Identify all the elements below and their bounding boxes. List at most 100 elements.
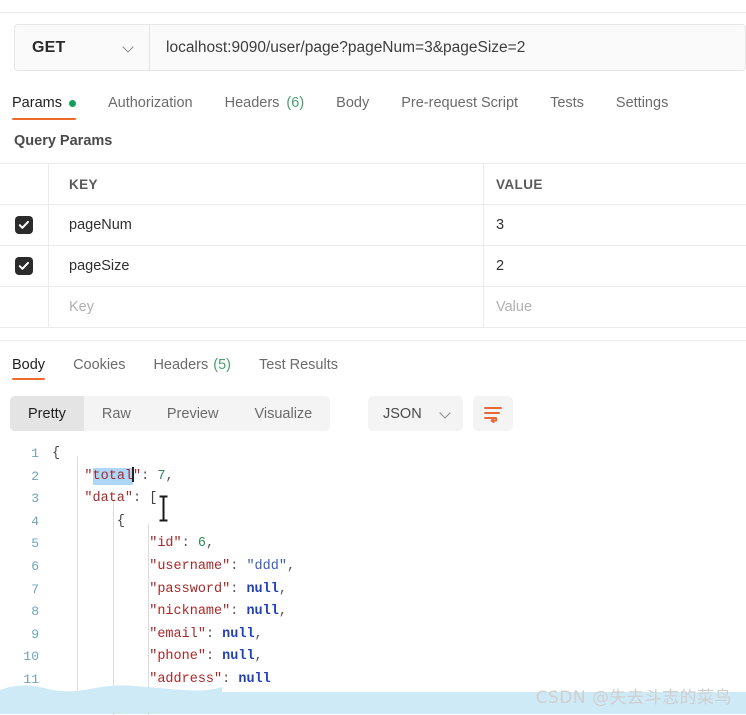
request-url-input[interactable]: localhost:9090/user/page?pageNum=3&pageS… [150,25,745,70]
tab-settings[interactable]: Settings [600,86,684,120]
chevron-down-icon [124,42,135,53]
tab-headers-count: (6) [286,95,305,111]
postman-window: GET localhost:9090/user/page?pageNum=3&p… [0,0,746,715]
json-token: null [222,626,255,642]
json-token: : [205,649,223,665]
param-key-input-empty[interactable]: Key [49,287,484,327]
tab-params-label: Params [12,95,62,111]
tab-pre-request-script[interactable]: Pre-request Script [385,86,534,120]
json-line-number: 4 [31,513,39,529]
response-tab-cookies-label: Cookies [73,357,126,373]
tab-body-label: Body [336,95,370,111]
json-line-number: 8 [31,604,39,620]
json-token: , [124,694,134,710]
json-token: , [205,536,215,552]
response-tab-cookies[interactable]: Cookies [59,350,139,380]
view-mode-raw[interactable]: Raw [84,396,149,431]
json-line[interactable]: 5 "id": 6, [0,533,746,556]
checkbox-checked-icon[interactable] [15,216,33,234]
json-selected-token: total [92,467,134,485]
json-line-number: 10 [23,649,39,665]
json-line[interactable]: 8 "nickname": null, [0,601,746,624]
response-tab-headers-label: Headers [153,357,209,373]
json-token: , [286,558,296,574]
request-url-bar: GET localhost:9090/user/page?pageNum=3&p… [14,24,746,71]
response-body-viewer[interactable]: 1{2 "total": 7, 3 "data": [4 {5 "id": 6, 6… [0,443,746,715]
response-tab-test-results[interactable]: Test Results [245,350,352,380]
json-token: , [254,649,263,665]
json-token: "id" [149,536,182,552]
json-line[interactable]: 7 "password": null, [0,579,746,602]
tab-settings-label: Settings [615,95,669,111]
row-enable-checkbox-cell [0,287,49,327]
json-token: null [246,604,279,620]
json-line-number: 6 [31,558,39,574]
indent-guide [77,456,78,696]
json-line[interactable]: 9 "email": null, [0,624,746,647]
row-enable-checkbox-cell [0,246,49,286]
tab-headers[interactable]: Headers (6) [209,86,321,120]
json-token: , [254,626,263,642]
row-enable-checkbox-cell [0,205,49,245]
indent-guide [113,501,114,715]
tab-tests[interactable]: Tests [534,86,600,120]
tab-authorization-label: Authorization [107,95,193,111]
json-token: "email" [149,626,206,642]
json-line-number: 7 [31,581,39,597]
json-line-number: 9 [31,626,39,642]
view-mode-preview[interactable]: Preview [149,396,237,431]
response-format-label: JSON [383,405,422,422]
json-token: [ [149,491,158,507]
table-header-row: KEY VALUE [0,164,746,205]
json-token: : [222,671,239,687]
param-key-input[interactable]: pageSize [49,246,484,286]
response-tab-headers[interactable]: Headers (5) [139,350,245,380]
json-token: "phone" [149,649,206,665]
json-line-number: 2 [31,468,39,484]
json-token: : [133,491,150,507]
json-line[interactable]: 3 "data": [ [0,488,746,511]
param-key-input[interactable]: pageNum [49,205,484,245]
view-mode-visualize[interactable]: Visualize [236,396,330,431]
json-line[interactable]: 2 "total": 7, [0,466,746,489]
response-format-selector[interactable]: JSON [368,396,463,431]
json-token: "address" [149,671,223,687]
wrap-lines-button[interactable] [473,396,513,431]
json-token: , [165,468,174,484]
json-line-code: "phone": null, [52,646,746,669]
tab-body[interactable]: Body [320,86,385,120]
json-line[interactable]: 10 "phone": null, [0,646,746,669]
response-tab-test-results-label: Test Results [259,357,338,373]
param-value-input-empty[interactable]: Value [484,287,746,327]
json-token: null [222,649,255,665]
table-row: pageSize 2 [0,246,746,287]
json-line-number: 1 [31,446,39,461]
json-line-number: 3 [31,491,39,507]
json-line-code: "email": null, [52,624,746,647]
json-token: : [205,626,223,642]
response-tab-headers-count: (5) [213,357,231,373]
json-token: } [116,694,125,710]
chevron-down-icon [441,408,452,419]
http-method-label: GET [32,38,66,56]
tab-authorization[interactable]: Authorization [92,86,209,120]
param-value-input[interactable]: 2 [484,246,746,286]
json-token: , [278,604,287,620]
json-line[interactable]: 1{ [0,443,746,466]
param-value-input[interactable]: 3 [484,205,746,245]
column-header-key: KEY [49,164,484,204]
json-token: { [52,446,61,461]
json-token: 6 [197,536,206,552]
tab-params[interactable]: Params [12,86,92,120]
view-mode-pretty[interactable]: Pretty [10,396,84,431]
json-line[interactable]: 6 "username": "ddd", [0,556,746,579]
tab-pre-request-script-label: Pre-request Script [401,95,519,111]
checkbox-checked-icon[interactable] [15,257,33,275]
watermark: CSDN @失去斗志的菜鸟 [535,688,732,708]
tab-headers-label: Headers [224,95,280,111]
response-tab-body[interactable]: Body [12,350,59,380]
json-line-code: "total": 7, [52,466,746,489]
http-method-selector[interactable]: GET [15,25,150,70]
json-line[interactable]: 4 { [0,511,746,534]
json-token: : [181,536,198,552]
